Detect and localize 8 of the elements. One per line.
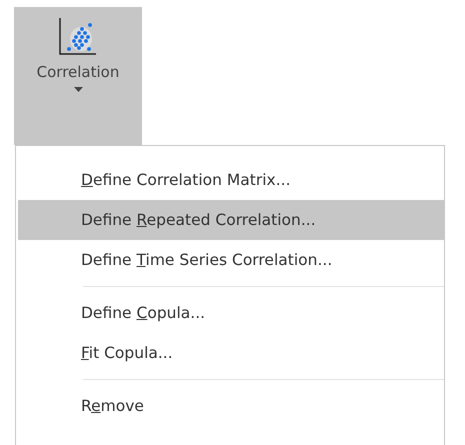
caret-icon bbox=[74, 87, 82, 93]
menu-item[interactable]: Define Repeated Correlation... bbox=[18, 200, 444, 240]
menu-item[interactable]: Define Copula... bbox=[18, 293, 444, 333]
menu-item[interactable]: Remove bbox=[18, 386, 444, 426]
correlation-ribbon-button[interactable]: Correlation bbox=[14, 7, 142, 145]
menu-item[interactable]: Define Correlation Matrix... bbox=[18, 160, 444, 200]
menu-item[interactable]: Define Time Series Correlation... bbox=[18, 240, 444, 280]
menu-item[interactable]: Fit Copula... bbox=[18, 333, 444, 373]
